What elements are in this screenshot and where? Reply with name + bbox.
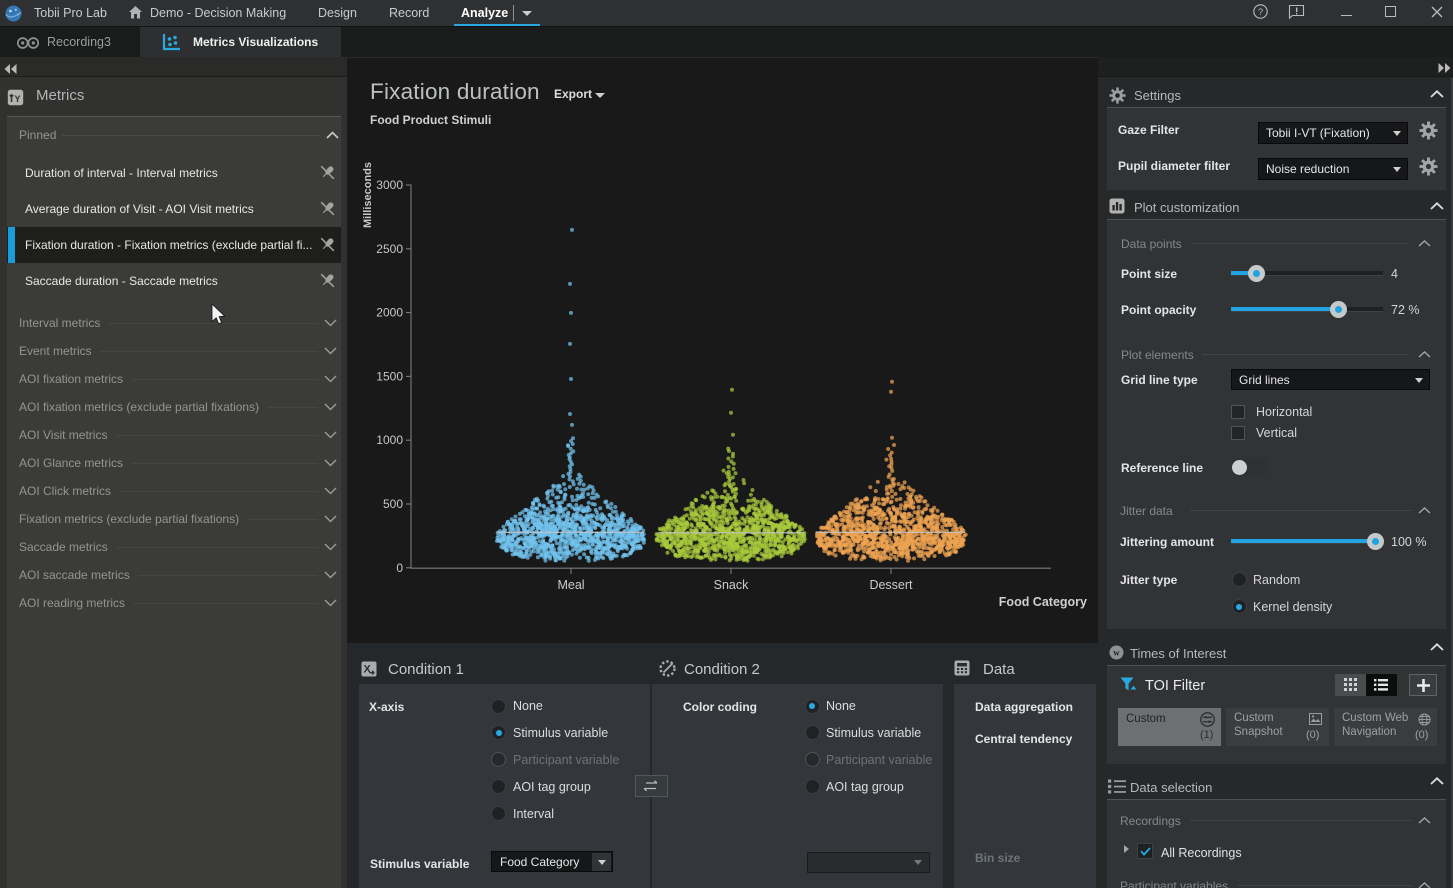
svg-text:500: 500 [383,497,403,511]
svg-text:w: w [1113,648,1120,658]
svg-text:X: X [364,664,372,676]
svg-text:1000: 1000 [376,433,403,447]
svg-text:Meal: Meal [557,578,584,592]
svg-text:Dessert: Dessert [869,578,913,592]
svg-text:Food Category: Food Category [999,595,1087,609]
svg-text:2500: 2500 [376,242,403,256]
svg-text:1500: 1500 [376,369,403,383]
svg-text:2000: 2000 [376,306,403,320]
svg-text:Y: Y [14,94,20,104]
svg-text:3000: 3000 [376,178,403,192]
svg-text:0: 0 [396,561,403,575]
svg-text:Milliseconds: Milliseconds [362,162,374,228]
svg-text:Snack: Snack [714,578,749,592]
svg-text:?: ? [1258,7,1263,18]
